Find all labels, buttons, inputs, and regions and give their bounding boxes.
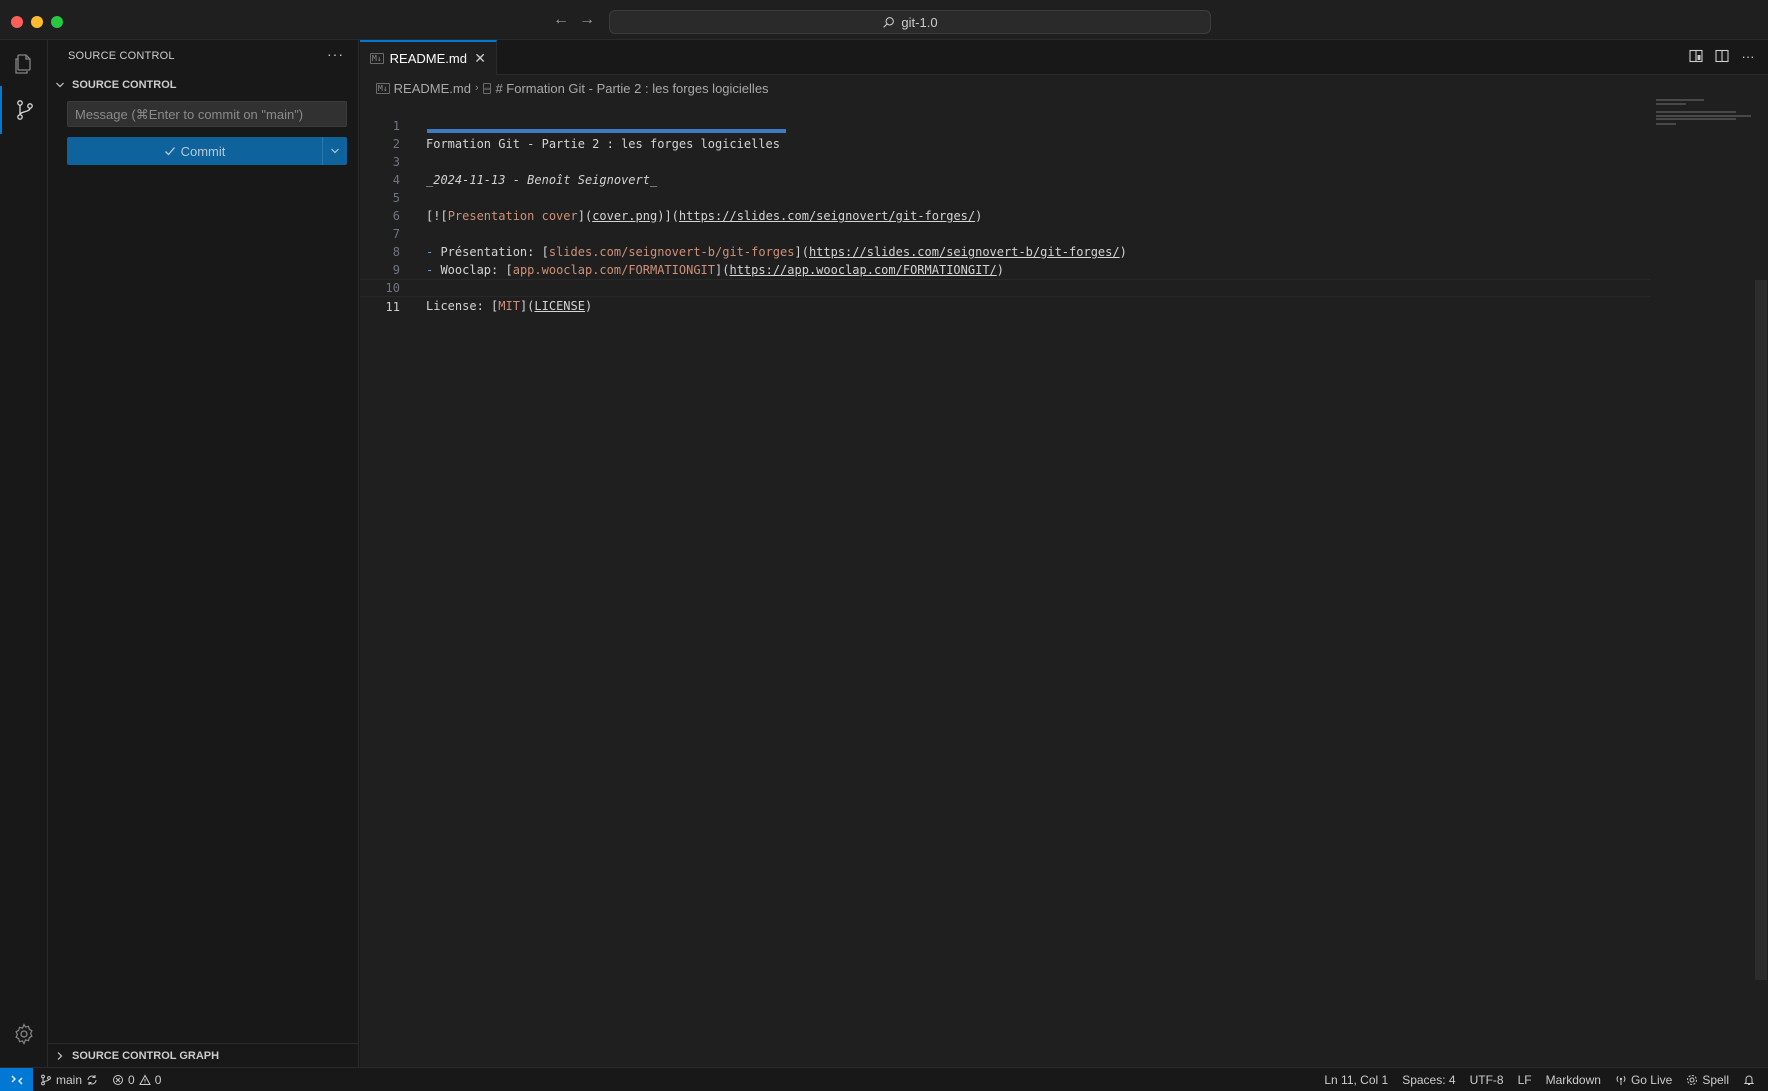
remote-indicator-icon[interactable] [0,1068,33,1091]
spell-gear-icon [1687,1074,1698,1085]
code-line: 4 [360,153,1650,187]
link-text: MIT [498,299,520,313]
problems-indicator[interactable]: 0 0 [105,1068,168,1091]
branch-name: main [56,1072,83,1087]
indentation[interactable]: Spaces: 4 [1395,1068,1462,1091]
code-line: 8 - Wooclap: [app.wooclap.com/FORMATIONG… [360,225,1650,277]
activity-bar [0,40,48,1067]
chevron-right-icon: › [474,82,479,94]
minimap-line [1656,123,1676,125]
minimap-line [1656,118,1736,120]
breadcrumb: M↓ README.md › ▭ # Formation Git - Parti… [376,77,769,99]
minimap-line [1656,115,1751,117]
error-icon [113,1074,124,1085]
more-actions-icon[interactable]: ··· [327,46,344,62]
minimize-window-button[interactable] [31,16,43,28]
link-url[interactable]: LICENSE [534,299,585,313]
markdown-file-icon: M↓ [376,82,390,94]
code-line: 2 [360,117,1650,151]
code-line: 1 Formation Git - Partie 2 : les forges … [360,99,1650,151]
commit-button-label: Commit [180,143,226,159]
go-live-label: Go Live [1630,1072,1673,1087]
source-control-icon[interactable] [0,86,48,134]
title-bar: ← → git-1.0 [0,0,1768,40]
chevron-down-icon [331,148,339,154]
settings-gear-icon[interactable] [0,1010,48,1058]
editor-area: M↓ README.md ✕ ··· M↓ README.md › ▭ # Fo… [360,40,1768,1067]
status-bar: main 0 0 Ln 11, Col 1 Spaces: 4 UTF-8 LF… [0,1067,1768,1091]
commit-message-input[interactable] [67,101,347,127]
breadcrumb-file[interactable]: README.md [394,81,471,96]
tab-bar: M↓ README.md ✕ ··· [360,40,1768,75]
section-title-label: SOURCE CONTROL [72,79,177,91]
chevron-right-icon [52,1048,68,1064]
notifications-bell-icon[interactable] [1736,1068,1762,1091]
sidebar-title: SOURCE CONTROL [68,50,175,62]
more-editor-actions-icon[interactable]: ··· [1740,48,1756,64]
go-live-button[interactable]: Go Live [1608,1068,1679,1091]
split-editor-icon[interactable] [1714,48,1730,64]
close-tab-icon[interactable]: ✕ [474,50,486,67]
punctuation: ]( [519,299,535,313]
git-branch-icon [41,1074,51,1085]
license-label: License: [426,299,492,313]
check-icon [164,147,175,156]
tab-readme[interactable]: M↓ README.md ✕ [360,40,497,75]
command-center-label: git-1.0 [901,14,938,30]
open-preview-side-icon[interactable] [1688,48,1704,64]
code-line: 7 - Présentation: [slides.com/seignovert… [360,207,1650,259]
commit-dropdown-button[interactable] [322,137,347,165]
commit-button[interactable]: Commit [67,137,322,165]
minimap-line [1656,99,1704,101]
source-control-graph-section[interactable]: SOURCE CONTROL GRAPH [48,1043,358,1067]
minimap-line [1656,103,1686,105]
code-line: 6 [360,189,1650,223]
line-number: 11 [385,300,400,314]
heading-symbol-icon: ▭ [482,82,492,94]
branch-indicator[interactable]: main [33,1068,105,1091]
code-line: 3 _2024-11-13 - Benoît Seignovert_ [360,135,1650,187]
breadcrumb-symbol[interactable]: # Formation Git - Partie 2 : les forges … [495,81,768,96]
maximize-window-button[interactable] [51,16,63,28]
code-line: 10 License: [MIT](LICENSE) [360,261,1650,313]
scrollbar-thumb[interactable] [1755,280,1767,980]
source-control-sidebar: SOURCE CONTROL ··· SOURCE CONTROL Commit… [48,40,359,1067]
minimap[interactable] [1656,99,1756,159]
encoding[interactable]: UTF-8 [1463,1068,1511,1091]
spell-check-button[interactable]: Spell [1679,1068,1736,1091]
close-window-button[interactable] [11,16,23,28]
source-control-section[interactable]: SOURCE CONTROL [52,77,177,93]
markdown-file-icon: M↓ [370,53,384,64]
error-count: 0 [128,1072,135,1087]
editor-actions: ··· [1688,48,1756,64]
forward-arrow-icon[interactable]: → [577,10,597,30]
back-arrow-icon[interactable]: ← [551,10,571,30]
vertical-scrollbar[interactable] [1754,75,1768,1067]
chevron-down-icon [52,77,68,93]
language-mode[interactable]: Markdown [1539,1068,1608,1091]
explorer-icon[interactable] [0,40,48,88]
current-line: 11 [360,279,1650,314]
warning-icon [138,1073,151,1085]
graph-section-label: SOURCE CONTROL GRAPH [72,1049,220,1062]
code-editor[interactable]: 1 Formation Git - Partie 2 : les forges … [360,99,1650,314]
warning-count: 0 [154,1072,162,1087]
end-of-line[interactable]: LF [1511,1068,1539,1091]
status-bar-right: Ln 11, Col 1 Spaces: 4 UTF-8 LF Markdown… [1317,1068,1768,1091]
cursor-position[interactable]: Ln 11, Col 1 [1317,1068,1395,1091]
code-line: 9 [360,243,1650,277]
command-center[interactable]: git-1.0 [609,10,1211,34]
broadcast-icon [1616,1075,1626,1085]
code-line: 5 [![Presentation cover](cover.png)](htt… [360,171,1650,223]
license-line: License: [MIT](LICENSE) [426,297,592,315]
spell-label: Spell [1702,1072,1729,1087]
heading-underline [427,129,786,133]
minimap-line [1656,111,1736,113]
search-icon [883,16,895,28]
tab-label: README.md [389,51,467,66]
sync-icon [87,1074,97,1085]
punctuation: ) [584,299,593,313]
